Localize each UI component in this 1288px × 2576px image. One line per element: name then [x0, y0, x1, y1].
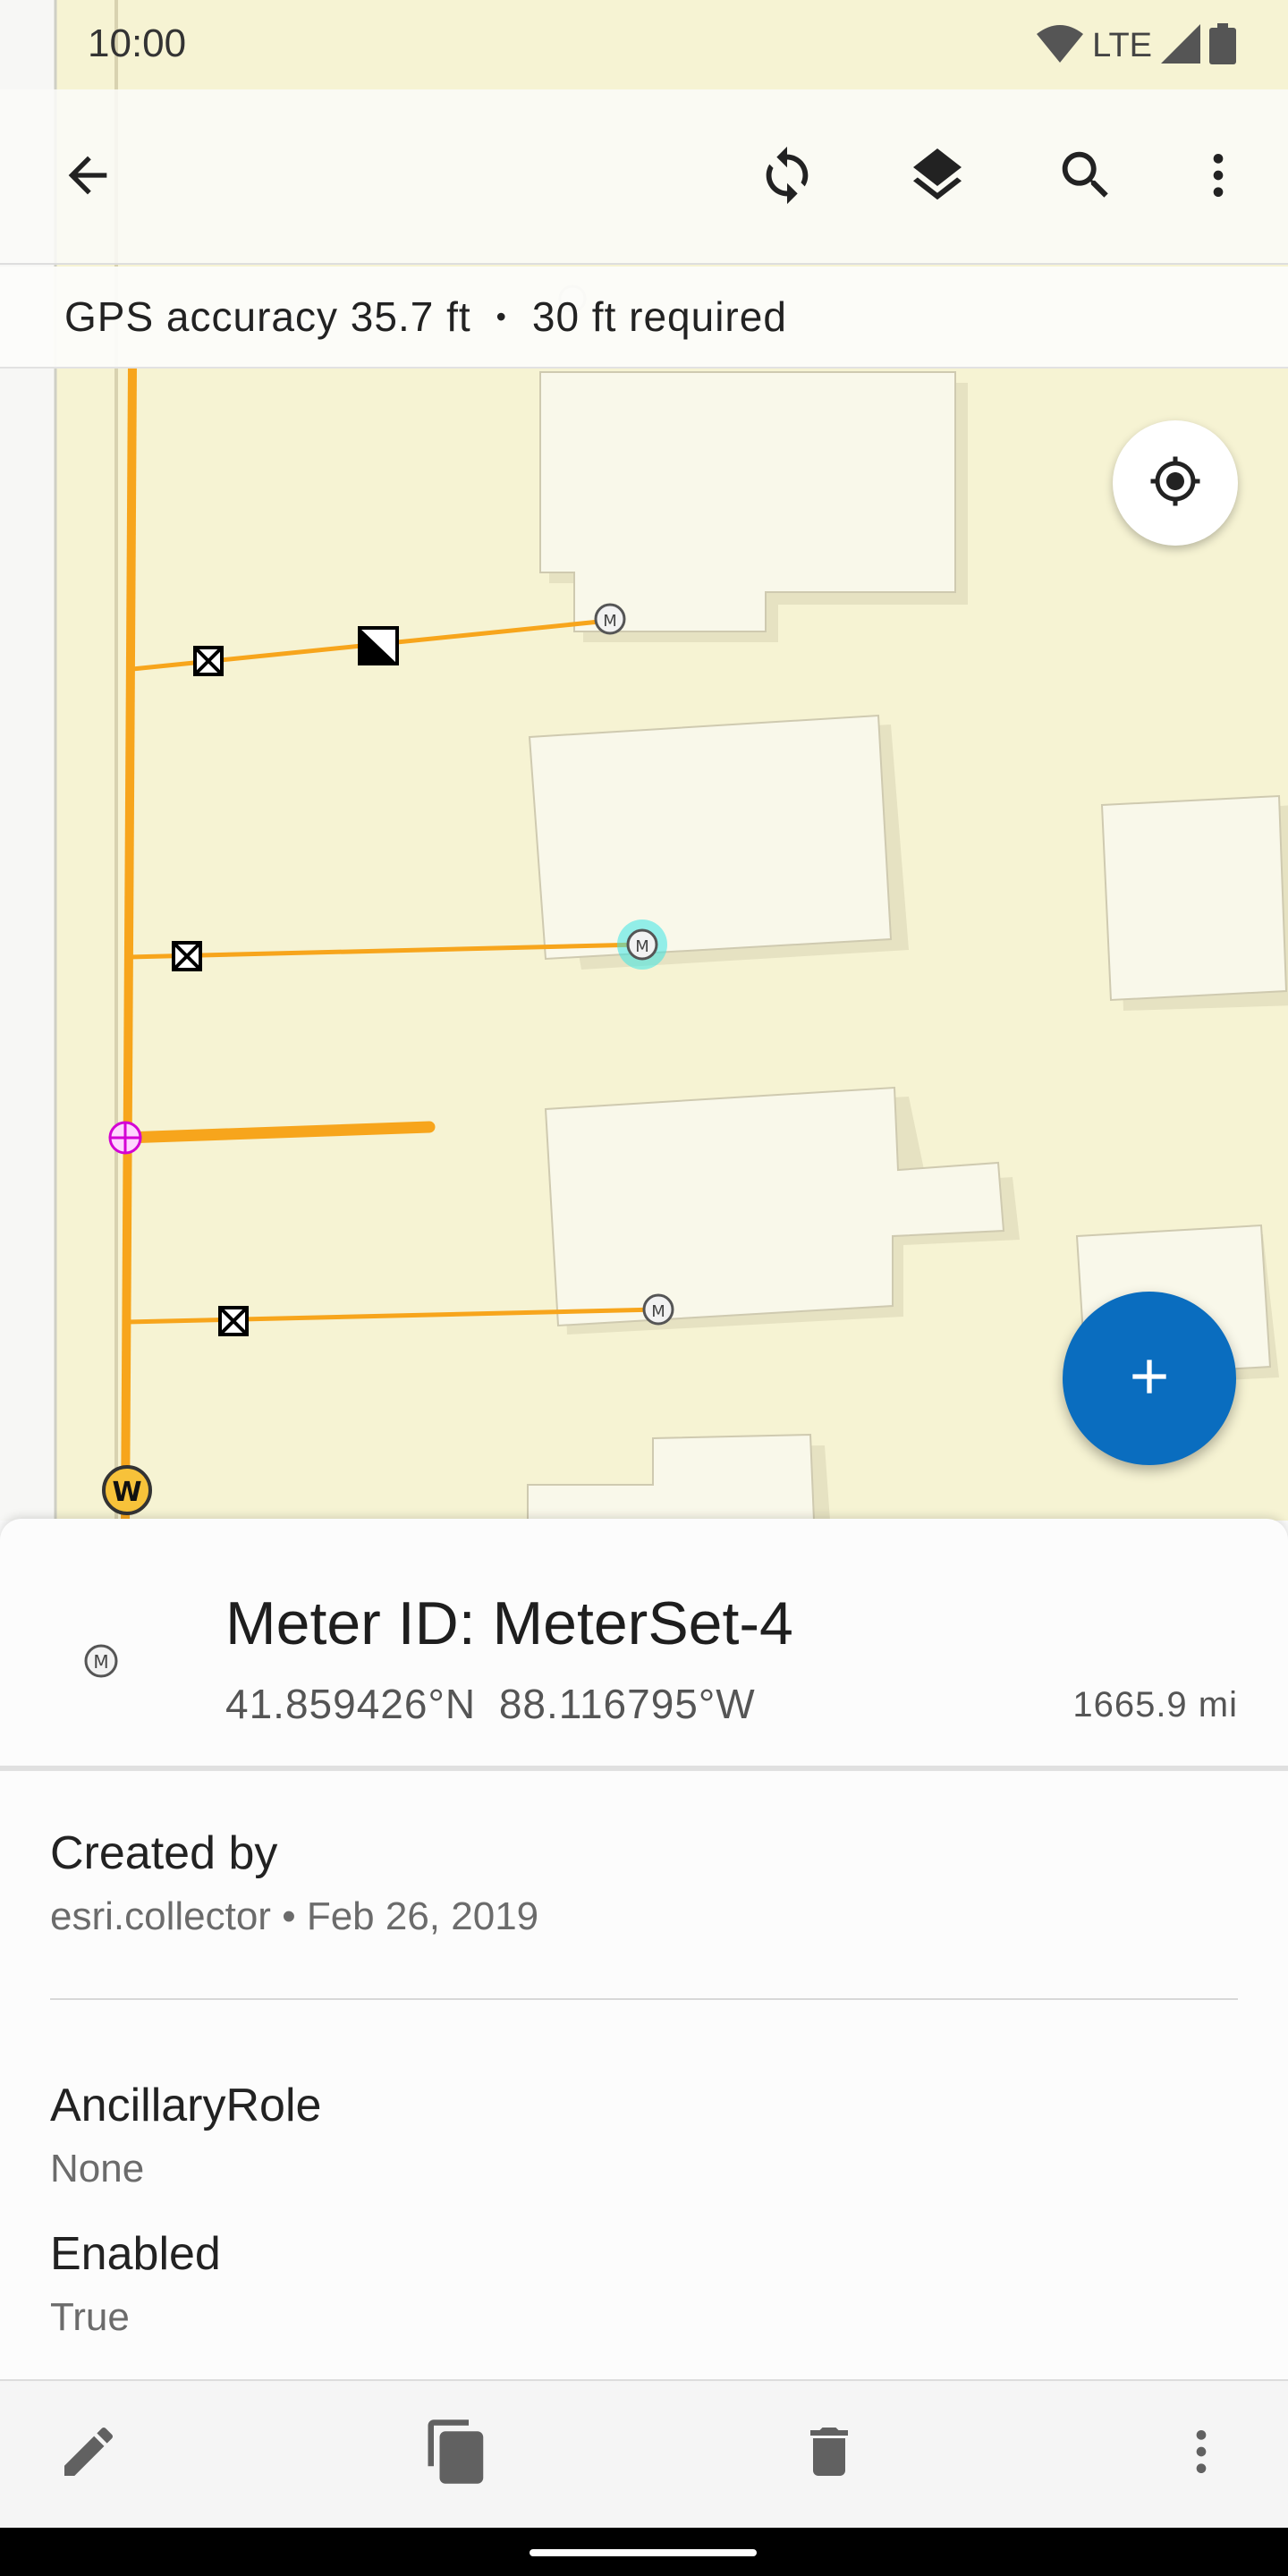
- back-icon: [59, 147, 116, 208]
- status-icons: LTE: [1037, 22, 1236, 69]
- delete-icon: [797, 2419, 861, 2488]
- my-location-button[interactable]: [1113, 420, 1238, 546]
- sync-icon: [756, 144, 818, 211]
- svg-text:M: M: [603, 612, 617, 631]
- overflow-menu-button[interactable]: [1170, 129, 1267, 225]
- attribute-ancillary-role: AncillaryRole None: [50, 2000, 1238, 2227]
- home-gesture-handle[interactable]: [530, 2549, 757, 2556]
- search-button[interactable]: [1038, 129, 1134, 225]
- system-navigation-bar: [0, 2528, 1288, 2576]
- fitting-marker[interactable]: [108, 1121, 142, 1155]
- add-feature-button[interactable]: [1063, 1292, 1236, 1465]
- add-icon: [1121, 1348, 1178, 1410]
- copy-button[interactable]: [408, 2404, 506, 2503]
- feature-header[interactable]: M Meter ID: MeterSet-4 41.859426°N 88.11…: [0, 1519, 1288, 1771]
- wifi-icon: [1037, 24, 1084, 67]
- meter-icon: M: [82, 1642, 120, 1684]
- edit-icon: [56, 2419, 121, 2488]
- gps-accuracy-bar: GPS accuracy 35.7 ft • 30 ft required: [0, 267, 1288, 369]
- regulator-marker[interactable]: [358, 626, 399, 665]
- svg-text:W: W: [112, 1477, 141, 1508]
- attribute-value: True: [50, 2295, 130, 2339]
- svg-text:M: M: [93, 1651, 108, 1673]
- back-button[interactable]: [39, 129, 136, 225]
- battery-icon: [1209, 22, 1236, 69]
- well-marker[interactable]: W: [102, 1465, 152, 1515]
- attribute-value: esri.collector • Feb 26, 2019: [50, 1894, 539, 1938]
- attribute-label: Enabled: [50, 2228, 221, 2280]
- feature-detail-sheet[interactable]: M Meter ID: MeterSet-4 41.859426°N 88.11…: [0, 1519, 1288, 2379]
- feature-action-bar: [0, 2379, 1288, 2528]
- attribute-value: None: [50, 2147, 145, 2190]
- attribute-label: Created by: [50, 1827, 278, 1879]
- selected-meter-marker[interactable]: M: [617, 919, 667, 970]
- svg-text:M: M: [651, 1302, 665, 1321]
- attribute-enabled: Enabled True: [50, 2227, 1238, 2340]
- valve-marker[interactable]: [193, 646, 224, 676]
- feature-coordinates: 41.859426°N 88.116795°W: [225, 1681, 756, 1727]
- edit-button[interactable]: [39, 2404, 138, 2503]
- gps-accuracy-text: GPS accuracy 35.7 ft: [64, 293, 471, 340]
- top-app-bar: [0, 89, 1288, 265]
- valve-marker[interactable]: [218, 1306, 249, 1336]
- more-vert-icon: [1173, 2423, 1230, 2485]
- feature-title: Meter ID: MeterSet-4: [225, 1589, 793, 1657]
- status-time: 10:00: [88, 21, 187, 65]
- sync-button[interactable]: [739, 129, 835, 225]
- layers-button[interactable]: [889, 129, 986, 225]
- meter-marker[interactable]: M: [642, 1293, 674, 1326]
- gps-required-text: 30 ft required: [531, 293, 787, 340]
- network-type-label: LTE: [1092, 26, 1152, 64]
- attribute-label: AncillaryRole: [50, 2080, 322, 2131]
- gps-separator: •: [496, 300, 507, 333]
- svg-text:M: M: [635, 937, 649, 956]
- signal-icon: [1161, 23, 1200, 68]
- status-bar: 10:00 LTE: [0, 0, 1288, 89]
- valve-marker[interactable]: [172, 941, 202, 971]
- search-icon: [1055, 144, 1117, 211]
- more-actions-button[interactable]: [1152, 2404, 1250, 2503]
- meter-marker[interactable]: M: [594, 603, 626, 635]
- copy-icon: [422, 2417, 492, 2491]
- delete-button[interactable]: [780, 2404, 878, 2503]
- gps-fixed-icon: [1148, 454, 1202, 513]
- layers-icon: [905, 143, 970, 212]
- more-vert-icon: [1190, 147, 1247, 208]
- feature-distance: 1665.9 mi: [1072, 1685, 1238, 1724]
- attribute-created-by: Created by esri.collector • Feb 26, 2019: [50, 1771, 1238, 2000]
